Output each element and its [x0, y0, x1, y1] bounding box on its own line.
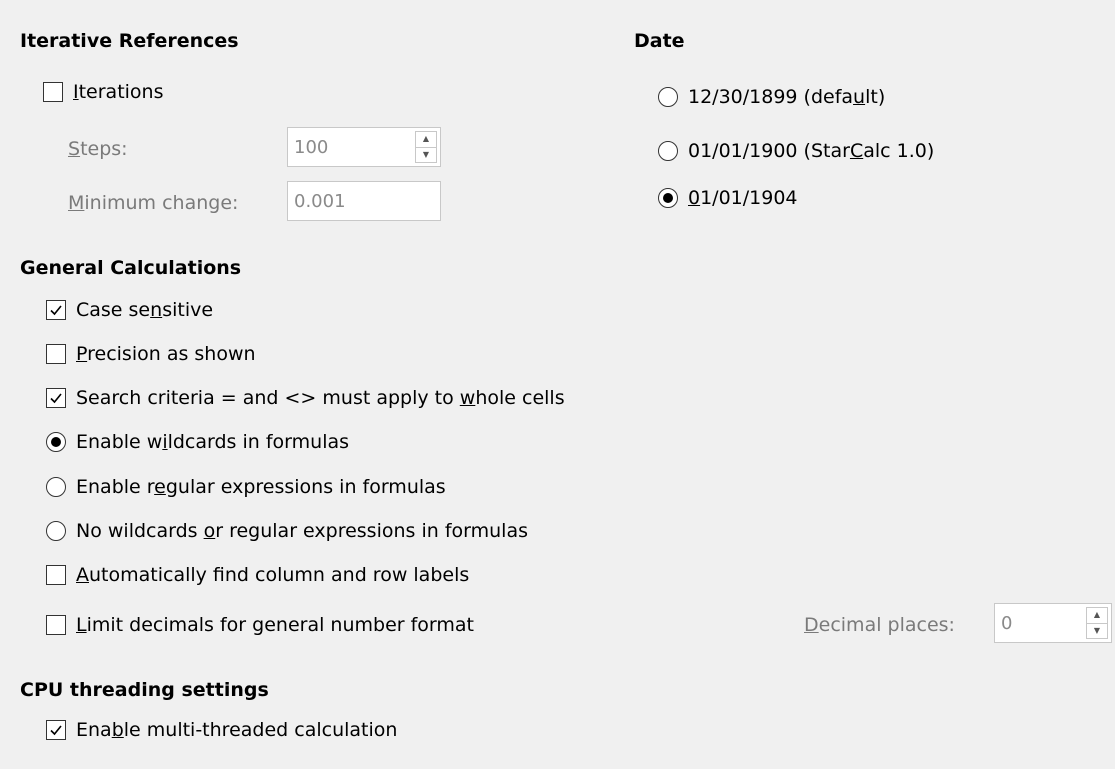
precision-label: Precision as shown — [76, 343, 256, 365]
decimal-places-spinbox[interactable]: 0 ▲ ▼ — [994, 603, 1112, 643]
no-wildcards-row[interactable]: No wildcards or regular expressions in f… — [46, 519, 528, 543]
steps-value: 100 — [294, 136, 329, 158]
regex-label: Enable regular expressions in formulas — [76, 476, 446, 498]
wildcards-row[interactable]: Enable wildcards in formulas — [46, 430, 349, 454]
minimum-change-label: Minimum change: — [68, 192, 239, 214]
date-1900-label: 01/01/1900 (StarCalc 1.0) — [688, 140, 935, 162]
iterative-references-heading: Iterative References — [20, 30, 239, 52]
spin-up-icon[interactable]: ▲ — [416, 132, 436, 148]
precision-checkbox[interactable] — [46, 344, 66, 364]
check-icon — [50, 725, 62, 736]
case-sensitive-row[interactable]: Case sensitive — [46, 298, 213, 322]
multithread-row[interactable]: Enable multi-threaded calculation — [46, 718, 397, 742]
iterations-label: Iterations — [73, 81, 164, 103]
regex-radio[interactable] — [46, 477, 66, 497]
limit-decimals-label: Limit decimals for general number format — [76, 614, 474, 636]
date-1899-radio[interactable] — [658, 87, 678, 107]
date-heading: Date — [634, 30, 685, 52]
spin-up-icon[interactable]: ▲ — [1087, 608, 1107, 624]
auto-labels-label: Automatically find column and row labels — [76, 564, 470, 586]
minimum-change-input[interactable]: 0.001 — [287, 181, 441, 221]
wildcards-label: Enable wildcards in formulas — [76, 431, 350, 453]
cpu-threading-heading: CPU threading settings — [20, 679, 269, 701]
date-option-1904[interactable]: 01/01/1904 — [658, 186, 798, 210]
no-wildcards-label: No wildcards or regular expressions in f… — [76, 520, 528, 542]
iterations-checkbox[interactable] — [43, 82, 63, 102]
limit-decimals-checkbox[interactable] — [46, 615, 66, 635]
case-sensitive-label: Case sensitive — [76, 299, 214, 321]
auto-labels-checkbox[interactable] — [46, 565, 66, 585]
spin-down-icon[interactable]: ▼ — [1087, 624, 1107, 639]
steps-spinbox[interactable]: 100 ▲ ▼ — [287, 127, 441, 167]
search-criteria-row[interactable]: Search criteria = and <> must apply to w… — [46, 386, 565, 410]
general-calculations-heading: General Calculations — [20, 257, 242, 279]
date-1904-radio[interactable] — [658, 188, 678, 208]
check-icon — [50, 393, 62, 404]
decimal-places-spin-buttons[interactable]: ▲ ▼ — [1086, 607, 1108, 639]
minimum-change-value: 0.001 — [294, 190, 346, 212]
regex-row[interactable]: Enable regular expressions in formulas — [46, 475, 446, 499]
steps-label: Steps: — [68, 138, 128, 160]
date-option-1900[interactable]: 01/01/1900 (StarCalc 1.0) — [658, 139, 934, 163]
limit-decimals-row[interactable]: Limit decimals for general number format — [46, 613, 474, 637]
precision-row[interactable]: Precision as shown — [46, 342, 256, 366]
iterations-checkbox-row[interactable]: Iterations — [43, 80, 164, 104]
decimal-places-label: Decimal places: — [804, 614, 955, 636]
case-sensitive-checkbox[interactable] — [46, 300, 66, 320]
check-icon — [50, 305, 62, 316]
wildcards-radio[interactable] — [46, 432, 66, 452]
date-1904-label: 01/01/1904 — [688, 187, 798, 209]
date-1899-label: 12/30/1899 (default) — [688, 86, 886, 108]
multithread-label: Enable multi-threaded calculation — [76, 719, 398, 741]
spin-down-icon[interactable]: ▼ — [416, 148, 436, 163]
search-criteria-checkbox[interactable] — [46, 388, 66, 408]
multithread-checkbox[interactable] — [46, 720, 66, 740]
steps-spin-buttons[interactable]: ▲ ▼ — [415, 131, 437, 163]
date-option-1899[interactable]: 12/30/1899 (default) — [658, 85, 885, 109]
no-wildcards-radio[interactable] — [46, 521, 66, 541]
decimal-places-value: 0 — [1001, 612, 1013, 634]
search-criteria-label: Search criteria = and <> must apply to w… — [76, 387, 565, 409]
auto-labels-row[interactable]: Automatically find column and row labels — [46, 563, 469, 587]
date-1900-radio[interactable] — [658, 141, 678, 161]
